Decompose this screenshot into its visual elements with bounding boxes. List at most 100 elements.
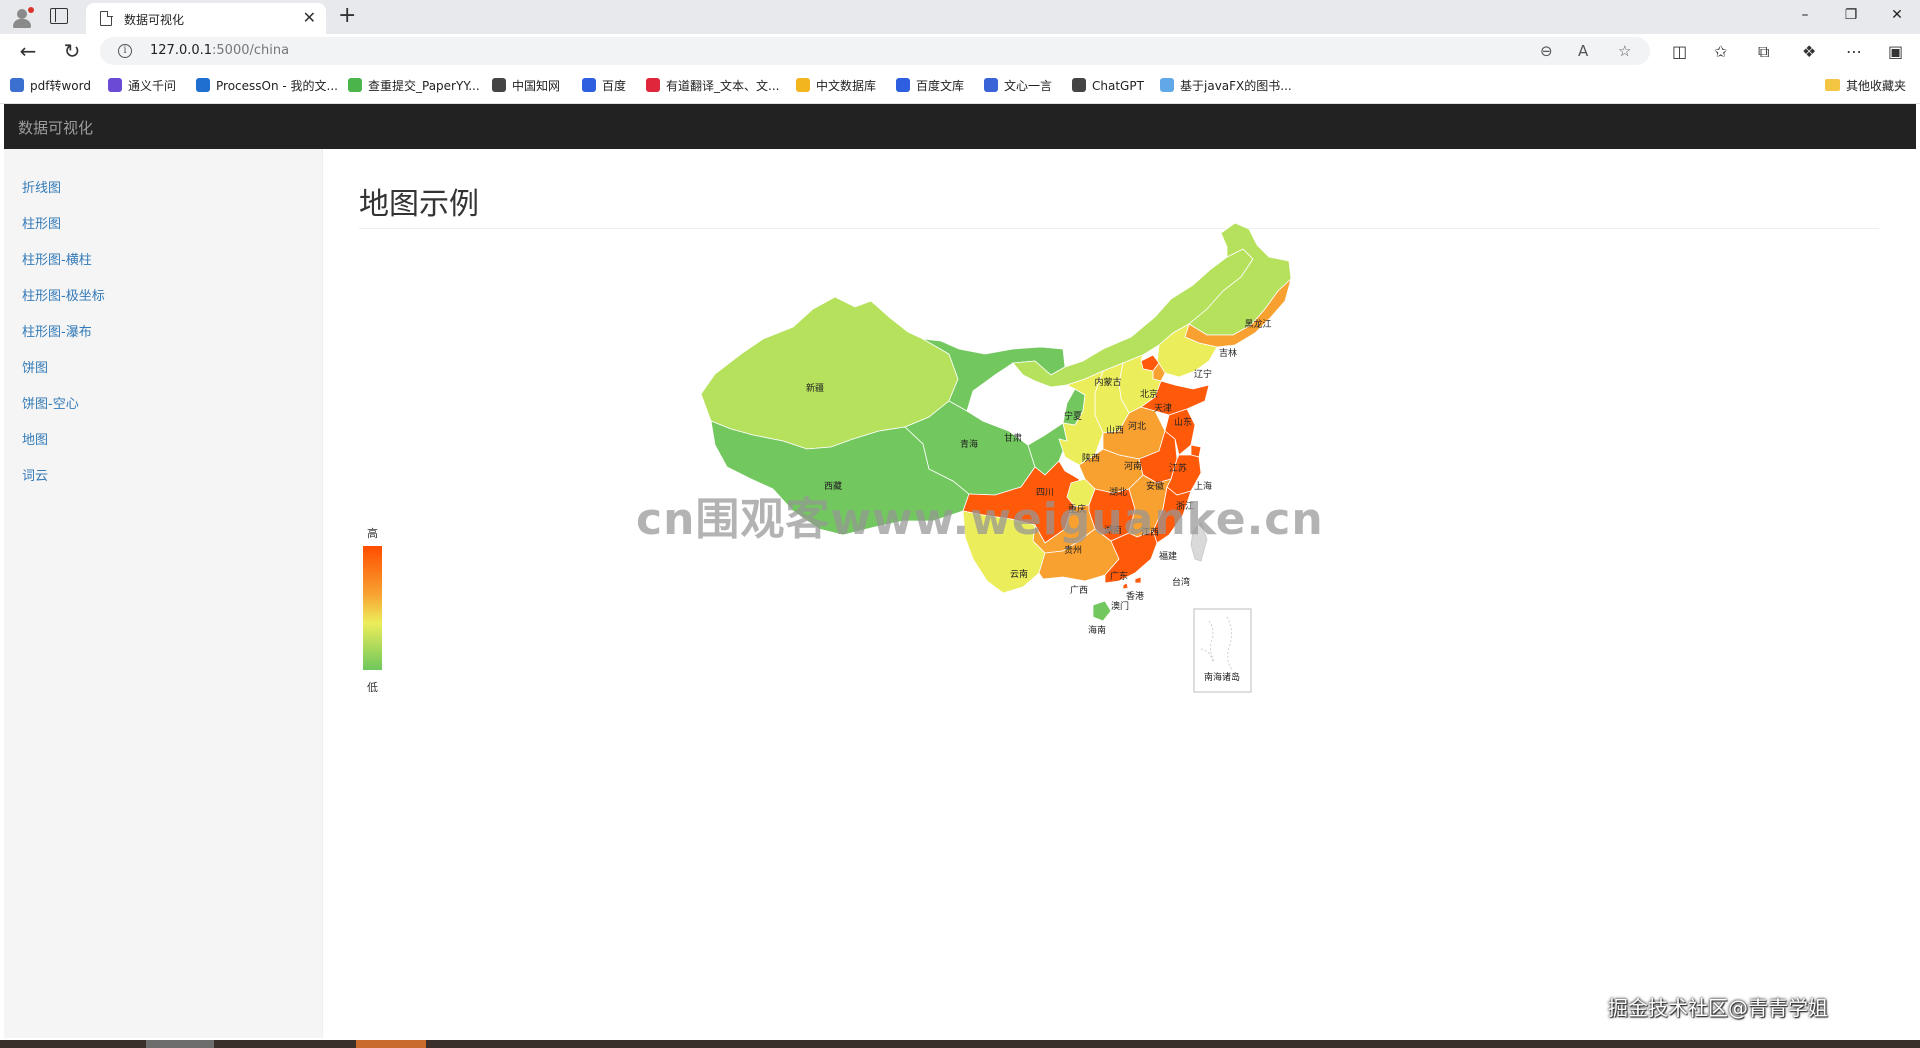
bookmark-favicon-icon (796, 78, 810, 92)
address-bar-row: ← ↻ i 127.0.0.1:5000/china ⊖ A ☆ ◫ ✩ ⧉ ❖… (0, 34, 1920, 68)
more-menu-icon[interactable]: ⋯ (1846, 43, 1862, 61)
province-label: 江苏 (1169, 462, 1187, 474)
bookmark-label: 通义千问 (128, 79, 177, 93)
province-label: 山西 (1106, 425, 1124, 436)
split-screen-icon[interactable]: ◫ (1672, 43, 1687, 61)
province-label: 澳门 (1111, 600, 1129, 612)
bookmark-item[interactable]: pdf转word (10, 77, 91, 95)
zoom-icon[interactable]: ⊖ (1540, 41, 1553, 61)
sidebar-item-map[interactable]: 地图 (22, 429, 48, 448)
url-text: 127.0.0.1:5000/china (150, 43, 290, 58)
province-label: 台湾 (1172, 576, 1190, 588)
collections-icon[interactable]: ⧉ (1758, 43, 1769, 61)
province-label: 甘肃 (1004, 432, 1022, 444)
province-label: 黑龙江 (1244, 318, 1271, 330)
url-field[interactable]: i 127.0.0.1:5000/china ⊖ A ☆ (100, 37, 1650, 65)
province-region[interactable] (1092, 600, 1112, 622)
sidebar-item-pie-donut[interactable]: 饼图-空心 (22, 393, 79, 412)
extensions-icon[interactable]: ❖ (1802, 43, 1816, 61)
bookmark-label: 查重提交_PaperYY... (368, 79, 480, 93)
province-label: 天津 (1154, 403, 1172, 414)
credit-watermark: 掘金技术社区@青青学姐 (1608, 996, 1828, 1020)
province-label: 山东 (1174, 416, 1192, 428)
province-region[interactable] (1122, 582, 1129, 590)
bookmark-favicon-icon (896, 78, 910, 92)
sidebar-item-bar-polar[interactable]: 柱形图-极坐标 (22, 285, 105, 304)
sidebar-item-bar-horizontal[interactable]: 柱形图-横柱 (22, 249, 92, 268)
province-label: 海南 (1088, 624, 1106, 636)
bookmark-item[interactable]: 百度 (582, 77, 626, 95)
site-info-icon[interactable]: i (118, 44, 132, 58)
bookmark-favicon-icon (1160, 78, 1174, 92)
bookmark-item[interactable]: ChatGPT (1072, 77, 1144, 95)
brand-link[interactable]: 数据可视化 (18, 117, 93, 138)
sidebar-item-bar-chart[interactable]: 柱形图 (22, 213, 61, 232)
province-label: 福建 (1159, 550, 1177, 562)
sidebar-item-bar-waterfall[interactable]: 柱形图-瀑布 (22, 321, 92, 340)
other-bookmarks-folder[interactable]: 其他收藏夹 (1824, 77, 1906, 95)
watermark-text: cn围观客www.weiguanke.cn (636, 494, 1324, 545)
bookmark-favicon-icon (1072, 78, 1086, 92)
bookmark-label: ChatGPT (1092, 79, 1144, 93)
bookmark-favicon-icon (196, 78, 210, 92)
bookmark-item[interactable]: 通义千问 (108, 77, 176, 95)
bookmark-item[interactable]: 百度文库 (896, 77, 964, 95)
province-label: 青海 (960, 438, 978, 450)
bookmark-label: 有道翻译_文本、文... (666, 79, 780, 93)
province-label: 陕西 (1082, 452, 1100, 464)
minimize-icon[interactable]: – (1790, 5, 1820, 25)
bookmark-item[interactable]: 中国知网 (492, 77, 560, 95)
page-icon (100, 10, 113, 26)
close-window-icon[interactable]: ✕ (1882, 5, 1912, 25)
bookmark-item[interactable]: 有道翻译_文本、文... (646, 77, 779, 95)
tab-title: 数据可视化 (124, 13, 185, 27)
bookmark-item[interactable]: 查重提交_PaperYY... (348, 77, 480, 95)
favorite-star-icon[interactable]: ☆ (1618, 41, 1631, 61)
bookmark-label: 中文数据库 (816, 79, 877, 93)
bookmark-label: pdf转word (30, 79, 91, 93)
tab-actions-icon[interactable] (50, 8, 68, 24)
visual-map-gradient[interactable] (363, 546, 382, 670)
sidebar-toggle-icon[interactable]: ▣ (1888, 43, 1903, 61)
folder-icon (1824, 79, 1840, 91)
read-aloud-icon[interactable]: A (1578, 41, 1588, 61)
bookmark-label: 中国知网 (512, 79, 561, 93)
favorites-icon[interactable]: ✩ (1714, 43, 1727, 61)
sidebar: 折线图 柱形图 柱形图-横柱 柱形图-极坐标 柱形图-瀑布 饼图 饼图-空心 地… (4, 149, 323, 1038)
province-label: 广东 (1110, 570, 1128, 582)
bookmark-item[interactable]: 基于javaFX的图书... (1160, 77, 1292, 95)
main-content: 地图示例 新疆 西藏 青海 甘肃 内蒙古 黑龙江 吉林 辽宁 北京 天津 河北 山西 宁夏 陕西 河南 山东四… (323, 149, 1916, 1038)
bookmark-item[interactable]: ProcessOn - 我的文... (196, 77, 338, 95)
profile-icon[interactable] (8, 4, 36, 30)
province-region[interactable] (1134, 576, 1142, 584)
browser-tab-active[interactable]: 数据可视化 ✕ (86, 3, 326, 34)
restore-icon[interactable]: ❐ (1836, 5, 1866, 25)
legend-low-label: 低 (367, 681, 378, 694)
bookmark-favicon-icon (984, 78, 998, 92)
back-icon[interactable]: ← (16, 39, 40, 63)
province-label: 香港 (1126, 590, 1144, 602)
province-label: 宁夏 (1064, 410, 1082, 422)
bookmark-label: 文心一言 (1004, 79, 1053, 93)
bookmark-favicon-icon (108, 78, 122, 92)
bookmark-favicon-icon (582, 78, 596, 92)
province-label: 河北 (1128, 420, 1146, 432)
province-label: 内蒙古 (1094, 376, 1121, 388)
sidebar-item-line-chart[interactable]: 折线图 (22, 177, 61, 196)
sidebar-item-wordcloud[interactable]: 词云 (22, 465, 48, 484)
new-tab-icon[interactable]: + (338, 3, 356, 29)
close-tab-icon[interactable]: ✕ (303, 9, 316, 27)
bookmark-item[interactable]: 中文数据库 (796, 77, 876, 95)
nanhai-label: 南海诸岛 (1204, 671, 1240, 683)
reload-icon[interactable]: ↻ (60, 39, 84, 63)
bookmark-favicon-icon (646, 78, 660, 92)
bookmark-item[interactable]: 文心一言 (984, 77, 1052, 95)
province-label: 河南 (1124, 460, 1142, 472)
os-taskbar (0, 1040, 1920, 1048)
province-label: 吉林 (1219, 347, 1237, 359)
province-label: 广西 (1070, 584, 1088, 596)
bookmark-label: 百度 (602, 79, 627, 93)
sidebar-item-pie[interactable]: 饼图 (22, 357, 48, 376)
bookmark-label: 基于javaFX的图书... (1180, 79, 1292, 93)
bookmark-label: ProcessOn - 我的文... (216, 79, 338, 93)
